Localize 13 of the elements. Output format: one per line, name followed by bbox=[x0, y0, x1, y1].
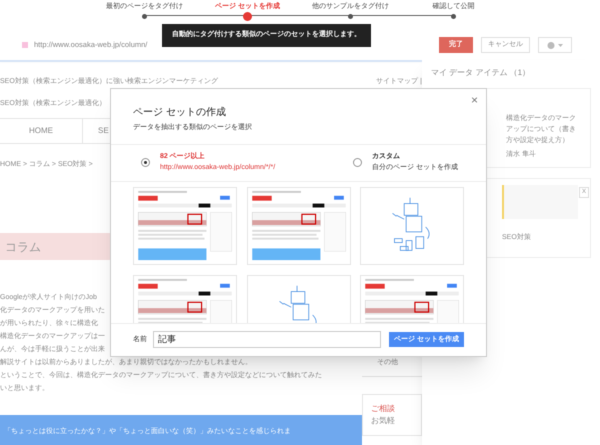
site-favicon-icon bbox=[22, 42, 28, 48]
panel-title: マイ データ アイテム （1） bbox=[431, 68, 532, 78]
section-title: コラム bbox=[5, 238, 41, 256]
radio-button[interactable] bbox=[353, 158, 362, 167]
settings-button[interactable] bbox=[538, 37, 572, 53]
contact-text: お気軽 bbox=[371, 415, 396, 427]
dialog-title: ページ セットの作成 bbox=[133, 106, 227, 120]
radio-button[interactable] bbox=[141, 158, 150, 167]
close-button[interactable]: × bbox=[470, 94, 478, 106]
nav-link[interactable]: HOME bbox=[0, 119, 83, 143]
name-input[interactable]: 記事 bbox=[153, 331, 382, 348]
nav-link[interactable]: SE bbox=[83, 119, 109, 143]
contact-title: ご相談 bbox=[371, 403, 396, 415]
